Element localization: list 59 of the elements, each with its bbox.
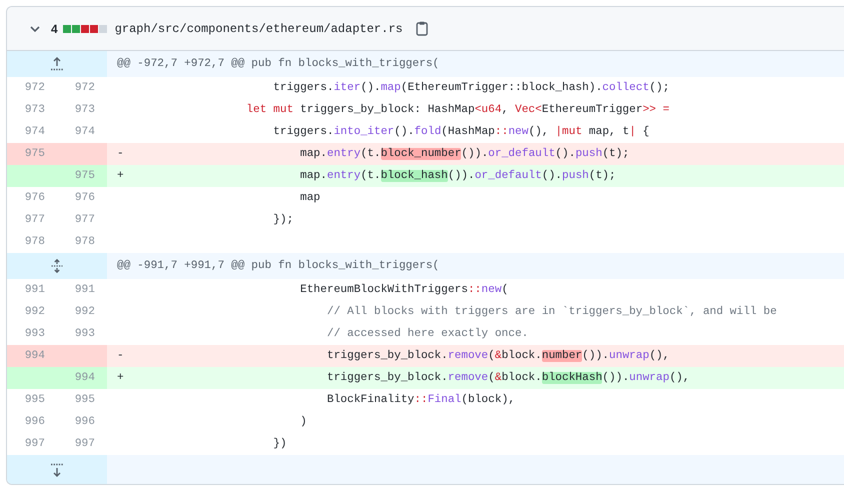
line-number: 976 [24, 191, 46, 206]
line-number: 995 [74, 393, 96, 408]
code-line: map [299, 192, 320, 204]
line-number: 991 [24, 283, 46, 298]
line-number: 975 [57, 165, 107, 187]
line-number: 994 [57, 367, 107, 389]
change-count: 4 [51, 22, 58, 36]
hunk-header: @@ -991,7 +991,7 @@ pub fn blocks_with_triggers( [107, 253, 844, 279]
diff-sign: - [117, 350, 124, 362]
code-line: triggers_by_block.remove(&block.blockHash()).unwrap(), [326, 372, 690, 384]
clipboard-icon [416, 21, 428, 36]
line-number: 997 [24, 437, 46, 452]
line-number: 997 [74, 437, 96, 452]
line-number: 992 [24, 305, 46, 320]
code-line: triggers.iter().map(EthereumTrigger::block_hash).collect(); [272, 82, 670, 94]
expand-button[interactable] [7, 253, 107, 279]
copy-button[interactable] [416, 21, 428, 36]
code-line: map.entry(t.block_number()).or_default().push(t); [299, 148, 630, 160]
file-path[interactable]: graph/src/components/ethereum/adapter.rs [114, 22, 403, 36]
line-number: 976 [74, 191, 96, 206]
code-line: // All blocks with triggers are in `triggers_by_block`, and will be [326, 306, 777, 318]
line-number: 978 [24, 235, 46, 250]
line-number: 991 [74, 283, 96, 298]
diff-sign: + [117, 170, 124, 182]
code-line: }) [272, 438, 287, 450]
code-line: triggers.into_iter().fold(HashMap::new(), |mut map, t| { [272, 126, 650, 138]
line-number: 993 [24, 327, 46, 342]
expand-up-icon [49, 57, 65, 71]
expand-button[interactable] [7, 51, 107, 77]
line-number: 993 [74, 327, 96, 342]
line-number: 974 [24, 125, 46, 140]
line-number: 978 [74, 235, 96, 250]
line-number: 973 [74, 103, 96, 118]
line-number: 995 [24, 393, 46, 408]
line-number: 975 [7, 143, 57, 165]
line-number: 994 [7, 345, 57, 367]
code-line: BlockFinality::Final(block), [326, 394, 515, 406]
line-number: 977 [24, 213, 46, 228]
line-number: 974 [74, 125, 96, 140]
expand-button[interactable] [7, 455, 107, 484]
code-line: // accessed here exactly once. [326, 328, 528, 340]
hunk-header: @@ -972,7 +972,7 @@ pub fn blocks_with_triggers( [107, 51, 844, 77]
line-number: 996 [24, 415, 46, 430]
code-line: let mut triggers_by_block: HashMap<u64, Vec<EthereumTrigger>> = [245, 104, 670, 116]
diff-sign: + [117, 372, 124, 384]
line-number: 996 [74, 415, 96, 430]
code-line: map.entry(t.block_hash()).or_default().push(t); [299, 170, 616, 182]
code-line: ) [299, 416, 307, 428]
code-line: }); [272, 214, 294, 226]
diff-sign: - [117, 148, 124, 160]
line-number: 977 [74, 213, 96, 228]
code-line: triggers_by_block.remove(&block.number()).unwrap(), [326, 350, 670, 362]
line-number: 973 [24, 103, 46, 118]
expand-down-icon [49, 462, 65, 476]
line-number: 992 [74, 305, 96, 320]
expand-icon [52, 258, 62, 274]
code-line: EthereumBlockWithTriggers::new( [299, 284, 508, 296]
line-number: 972 [24, 81, 46, 96]
line-number: 972 [74, 81, 96, 96]
